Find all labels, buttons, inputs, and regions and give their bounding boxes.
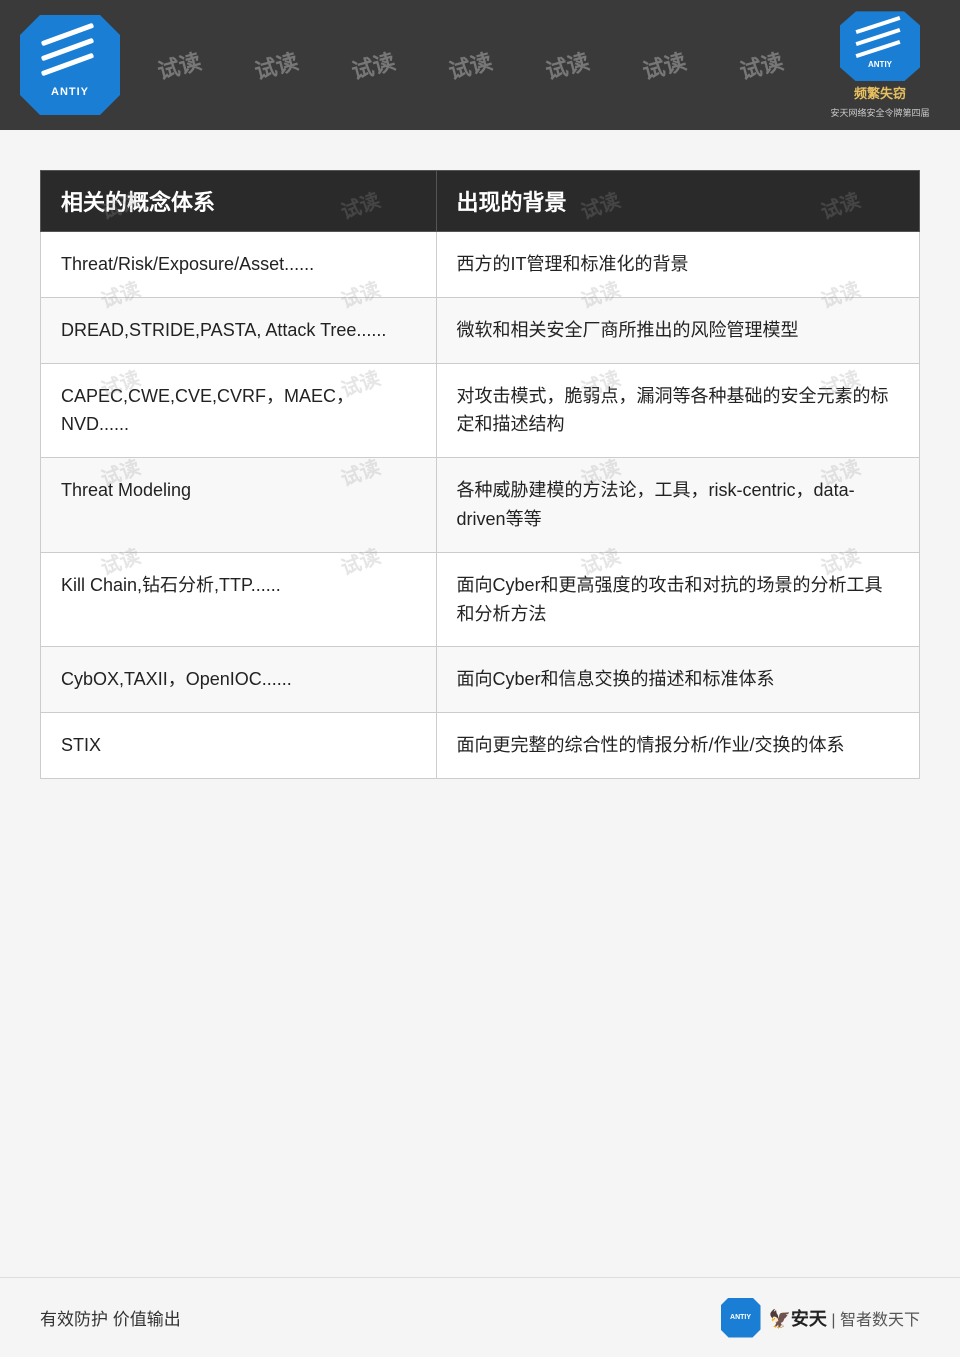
table-row: Threat/Risk/Exposure/Asset......西方的IT管理和… — [41, 232, 920, 298]
cell-left-2: CAPEC,CWE,CVE,CVRF，MAEC，NVD...... — [41, 363, 437, 458]
brand-top-text: 频繁失窃 — [854, 85, 906, 103]
table-row: STIX面向更完整的综合性的情报分析/作业/交换的体系 — [41, 713, 920, 779]
cell-left-6: STIX — [41, 713, 437, 779]
table-row: CAPEC,CWE,CVE,CVRF，MAEC，NVD......对攻击模式，脆… — [41, 363, 920, 458]
header-wm-5: 试读 — [542, 44, 593, 86]
cell-left-4: Kill Chain,钻石分析,TTP...... — [41, 552, 437, 647]
footer-logo-area: ANTIY 🦅安天 | 智者数天下 — [721, 1298, 920, 1338]
header-bar: ANTIY 试读 试读 试读 试读 试读 试读 试读 ANTIY 频繁失窃 安天… — [0, 0, 960, 130]
table-row: DREAD,STRIDE,PASTA, Attack Tree......微软和… — [41, 297, 920, 363]
logo-text: ANTIY — [51, 86, 89, 98]
concept-table: 相关的概念体系 出现的背景 Threat/Risk/Exposure/Asset… — [40, 170, 920, 779]
table-row: CybOX,TAXII，OpenIOC......面向Cyber和信息交换的描述… — [41, 647, 920, 713]
cell-left-3: Threat Modeling — [41, 458, 437, 553]
header-wm-2: 试读 — [250, 44, 301, 86]
footer-logo-icon: ANTIY — [721, 1298, 761, 1338]
cell-left-5: CybOX,TAXII，OpenIOC...... — [41, 647, 437, 713]
logo: ANTIY — [20, 15, 120, 115]
header-brand: ANTIY 频繁失窃 安天网络安全令牌第四届 — [815, 10, 945, 120]
cell-left-0: Threat/Risk/Exposure/Asset...... — [41, 232, 437, 298]
cell-right-0: 西方的IT管理和标准化的背景 — [436, 232, 919, 298]
table-row: Kill Chain,钻石分析,TTP......面向Cyber和更高强度的攻击… — [41, 552, 920, 647]
footer-brand-sub: | 智者数天下 — [831, 1312, 920, 1329]
cell-right-4: 面向Cyber和更高强度的攻击和对抗的场景的分析工具和分析方法 — [436, 552, 919, 647]
cell-right-5: 面向Cyber和信息交换的描述和标准体系 — [436, 647, 919, 713]
main-content: 试读 试读 试读 试读 试读 试读 试读 试读 试读 试读 试读 试读 试读 试… — [0, 130, 960, 1277]
header-wm-6: 试读 — [639, 44, 690, 86]
footer-brand-main: 🦅安天 — [769, 1309, 827, 1329]
header-wm-4: 试读 — [445, 44, 496, 86]
brand-subtitle: 安天网络安全令牌第四届 — [830, 106, 929, 119]
cell-right-1: 微软和相关安全厂商所推出的风险管理模型 — [436, 297, 919, 363]
header-wm-7: 试读 — [736, 44, 787, 86]
col1-header: 相关的概念体系 — [41, 171, 437, 232]
col2-header: 出现的背景 — [436, 171, 919, 232]
cell-right-3: 各种威胁建模的方法论，工具，risk-centric，data-driven等等 — [436, 458, 919, 553]
footer-tagline: 有效防护 价值输出 — [40, 1305, 181, 1330]
cell-left-1: DREAD,STRIDE,PASTA, Attack Tree...... — [41, 297, 437, 363]
footer-brand-block: 🦅安天 | 智者数天下 — [769, 1305, 920, 1331]
cell-right-6: 面向更完整的综合性的情报分析/作业/交换的体系 — [436, 713, 919, 779]
footer: 有效防护 价值输出 ANTIY 🦅安天 | 智者数天下 — [0, 1277, 960, 1357]
header-wm-3: 试读 — [347, 44, 398, 86]
table-row: Threat Modeling各种威胁建模的方法论，工具，risk-centri… — [41, 458, 920, 553]
cell-right-2: 对攻击模式，脆弱点，漏洞等各种基础的安全元素的标定和描述结构 — [436, 363, 919, 458]
header-wm-1: 试读 — [153, 44, 204, 86]
